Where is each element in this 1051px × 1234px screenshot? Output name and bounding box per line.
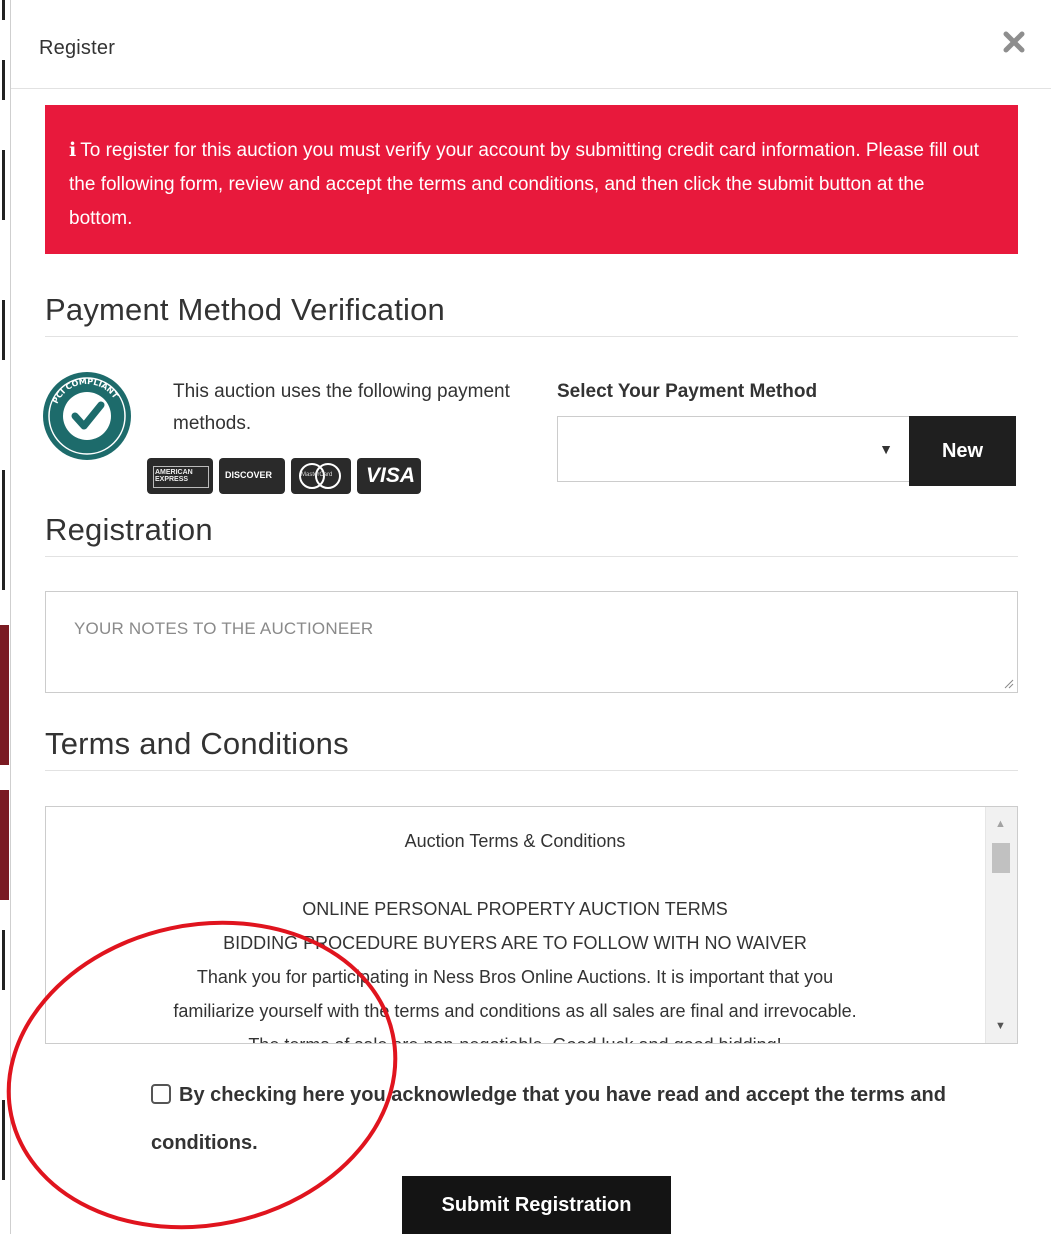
terms-content: Auction Terms & Conditions ONLINE PERSON… xyxy=(46,824,984,1043)
alert-text: To register for this auction you must ve… xyxy=(69,140,979,229)
resize-handle-icon[interactable] xyxy=(1002,677,1014,689)
terms-heading: Terms and Conditions xyxy=(45,726,1018,771)
terms-line: Thank you for participating in Ness Bros… xyxy=(196,967,834,987)
submit-registration-button[interactable]: Submit Registration xyxy=(402,1176,671,1234)
register-modal: Register i To register for this auction y… xyxy=(10,0,1051,1234)
payment-heading: Payment Method Verification xyxy=(45,292,1018,337)
mastercard-icon: MasterCard xyxy=(291,458,351,494)
payment-methods-text: This auction uses the following payment … xyxy=(173,381,510,434)
accept-terms-label[interactable]: By checking here you acknowledge that yo… xyxy=(151,1084,946,1154)
accept-terms-row: By checking here you acknowledge that yo… xyxy=(151,1071,1011,1167)
notes-placeholder: YOUR NOTES TO THE AUCTIONEER xyxy=(74,619,374,638)
scroll-down-icon[interactable]: ▼ xyxy=(995,1020,1006,1032)
page: Register i To register for this auction y… xyxy=(0,0,1051,1234)
auctioneer-notes-input[interactable]: YOUR NOTES TO THE AUCTIONEER xyxy=(45,591,1018,693)
discover-icon: DISCOVER xyxy=(219,458,285,494)
terms-scrollbar[interactable]: ▲ ▼ xyxy=(985,807,1017,1043)
scroll-up-icon[interactable]: ▲ xyxy=(995,818,1006,830)
terms-scroll-box[interactable]: Auction Terms & Conditions ONLINE PERSON… xyxy=(45,806,1018,1044)
terms-line: The terms of sale are non-negotiable. Go… xyxy=(46,1028,984,1043)
card-logos: AMERICAN EXPRESS DISCOVER MasterCard VIS… xyxy=(147,458,421,496)
amex-label: AMERICAN EXPRESS xyxy=(155,469,193,483)
verification-alert: i To register for this auction you must v… xyxy=(45,105,1018,254)
modal-header: Register xyxy=(11,0,1051,89)
registration-heading: Registration xyxy=(45,512,1018,557)
chevron-down-icon: ▼ xyxy=(879,441,893,457)
visa-label: VISA xyxy=(366,464,416,487)
visa-icon: VISA xyxy=(357,458,421,494)
accept-terms-checkbox[interactable] xyxy=(151,1084,171,1104)
modal-title: Register xyxy=(39,37,116,59)
terms-line: familiarize yourself with the terms and … xyxy=(173,1001,857,1021)
info-icon: i xyxy=(69,139,77,161)
payment-method-select[interactable]: ▼ xyxy=(557,416,910,482)
terms-line: ONLINE PERSONAL PROPERTY AUCTION TERMS xyxy=(302,899,728,919)
close-icon[interactable] xyxy=(1000,28,1028,56)
mastercard-label: MasterCard xyxy=(301,472,333,478)
terms-line xyxy=(46,858,984,892)
terms-line: BIDDING PROCEDURE BUYERS ARE TO FOLLOW W… xyxy=(223,933,807,953)
new-payment-button[interactable]: New xyxy=(909,416,1016,486)
background-page-edge xyxy=(0,0,10,1234)
pci-compliant-icon: PCI COMPLIANT xyxy=(41,370,133,462)
terms-line: Auction Terms & Conditions xyxy=(404,831,626,851)
discover-label: DISCOVER xyxy=(225,470,273,480)
scrollbar-thumb[interactable] xyxy=(992,843,1010,873)
american-express-icon: AMERICAN EXPRESS xyxy=(147,458,213,494)
payment-select-label: Select Your Payment Method xyxy=(557,381,818,402)
